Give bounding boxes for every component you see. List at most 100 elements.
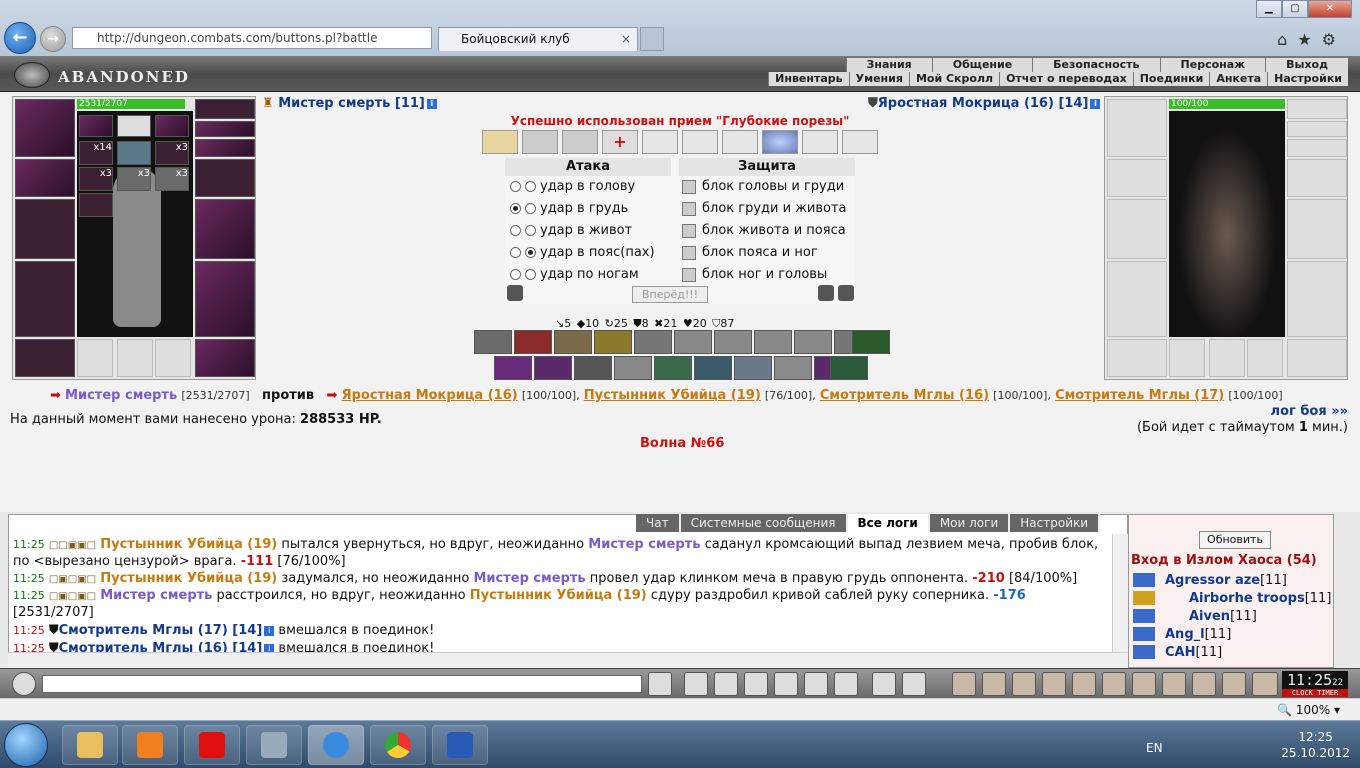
menu-inventory[interactable]: Инвентарь (768, 72, 848, 86)
chat-log[interactable]: 11:25 □□▣▣□ Пустынник Убийца (19) пыталс… (8, 514, 1128, 668)
attack-radio-b[interactable] (525, 225, 536, 236)
chat-actor[interactable]: Смотритель Мглы (17) [14] (59, 623, 263, 638)
language-indicator[interactable]: EN (1146, 741, 1163, 755)
browser-tab[interactable]: Бойцовский клуб × (438, 27, 638, 51)
money-bag-icon[interactable] (1012, 672, 1036, 696)
online-user-name[interactable]: CAH (1165, 645, 1195, 660)
skill-17[interactable] (694, 356, 732, 380)
flag-icon[interactable] (1222, 672, 1246, 696)
tab-my-logs[interactable]: Мои логи (929, 514, 1011, 532)
close-window-button[interactable]: ✕ (1308, 0, 1352, 18)
defense-row-1[interactable]: блок головы и груди (682, 179, 844, 194)
chat-actor[interactable]: Пустынник Убийца (19) (100, 571, 277, 586)
scroll-slot-2[interactable]: x3 (117, 167, 151, 191)
minimize-button[interactable]: ▁ (1256, 0, 1282, 18)
skill-4[interactable] (594, 330, 632, 354)
online-user[interactable]: Airborhe troops[11] (1189, 591, 1331, 606)
bag-icon[interactable] (952, 672, 976, 696)
gloves-slot[interactable] (195, 159, 255, 197)
armor-slot[interactable] (15, 261, 75, 337)
skill-15[interactable] (614, 356, 652, 380)
tab-settings[interactable]: Настройки (1010, 514, 1101, 532)
send-icon[interactable] (648, 672, 672, 696)
skill-7[interactable] (714, 330, 752, 354)
info-icon[interactable]: i (1090, 98, 1101, 109)
online-user[interactable]: Ang_l[11] (1165, 627, 1231, 642)
exit-icon[interactable] (1252, 672, 1278, 696)
filter-icon[interactable] (714, 672, 738, 696)
attack-radio-b[interactable] (525, 181, 536, 192)
skill-11[interactable] (852, 330, 890, 354)
attack-radio-a[interactable] (510, 247, 521, 258)
skill-9[interactable] (794, 330, 832, 354)
menu-settings[interactable]: Настройки (1267, 72, 1348, 86)
group-icon[interactable] (1132, 672, 1156, 696)
defense-row-4[interactable]: блок пояса и ног (682, 245, 818, 260)
belt-slot[interactable] (15, 339, 75, 377)
taskbar-chrome[interactable] (370, 725, 426, 765)
taskbar-calculator[interactable] (246, 725, 302, 765)
defense-radio[interactable] (682, 223, 696, 238)
taskbar-explorer[interactable] (62, 725, 118, 765)
tactic-button-2[interactable] (522, 130, 558, 154)
chat-mode-icon[interactable] (12, 672, 36, 696)
scroll-slot-3[interactable]: x3 (155, 167, 189, 191)
attack-radio-b[interactable] (525, 269, 536, 280)
chat-actor[interactable]: Мистер смерть (100, 588, 212, 603)
attack-row-legs[interactable]: удар по ногам (510, 267, 639, 282)
start-button[interactable] (4, 723, 48, 767)
menu-character[interactable]: Персонаж (1159, 58, 1266, 72)
maximize-button[interactable]: ▢ (1282, 0, 1308, 18)
boots-slot[interactable] (195, 339, 255, 377)
scroll-slot-1[interactable]: x3 (79, 167, 113, 191)
system-clock[interactable]: 12:25 25.10.2012 (1281, 729, 1350, 761)
shield-left-icon[interactable] (507, 285, 523, 301)
online-user-name[interactable]: Airborhe troops (1189, 591, 1305, 606)
defense-radio[interactable] (682, 179, 696, 194)
amulet-slot[interactable] (15, 159, 75, 197)
enemy-title[interactable]: ⛊Яростная Мокрица (16) [14] i (868, 96, 1101, 111)
online-user[interactable]: CAH[11] (1165, 645, 1222, 660)
weapon-slot[interactable] (15, 199, 75, 259)
attack-row-head[interactable]: удар в голову (510, 179, 635, 194)
skill-19[interactable] (774, 356, 812, 380)
skill-8[interactable] (754, 330, 792, 354)
menu-security[interactable]: Безопасность (1032, 58, 1159, 72)
opponent-2[interactable]: Пустынник Убийца (19) (584, 388, 761, 403)
defense-radio[interactable] (682, 201, 696, 216)
scroll-slot-4[interactable] (79, 193, 113, 217)
tab-close-icon[interactable]: × (621, 28, 631, 50)
skill-21[interactable] (830, 356, 868, 380)
skill-14[interactable] (574, 356, 612, 380)
zoom-control[interactable]: 🔍 100% ▾ (1277, 703, 1340, 717)
new-tab-button[interactable] (640, 27, 664, 51)
taskbar-media[interactable] (122, 725, 178, 765)
stop-icon[interactable] (902, 672, 926, 696)
attack-row-chest[interactable]: удар в грудь (510, 201, 628, 216)
paw-icon[interactable] (1192, 672, 1216, 696)
smiley-icon[interactable] (872, 672, 896, 696)
menu-duels[interactable]: Поединки (1132, 72, 1210, 86)
chat-target[interactable]: Мистер смерть (473, 571, 585, 586)
shield-right-icon-2[interactable] (838, 285, 854, 301)
back-button[interactable]: ← (4, 22, 36, 54)
skill-1[interactable] (474, 330, 512, 354)
enemy-name[interactable]: Яростная Мокрица (878, 96, 1020, 111)
potion-slot-3[interactable]: x3 (155, 141, 189, 165)
opponent-3[interactable]: Смотритель Мглы (16) (820, 388, 989, 403)
empty-slot[interactable] (155, 339, 191, 377)
empty-slot[interactable] (117, 339, 153, 377)
scroll-icon[interactable] (1072, 672, 1096, 696)
skill-12[interactable] (494, 356, 532, 380)
chat-horizontal-scrollbar[interactable] (8, 652, 1128, 668)
empty-slot[interactable] (77, 339, 113, 377)
tab-system-messages[interactable]: Системные сообщения (680, 514, 848, 532)
fight-icon[interactable] (1102, 672, 1126, 696)
potion-slot-1[interactable]: x14 (79, 141, 113, 165)
skill-13[interactable] (534, 356, 572, 380)
skill-6[interactable] (674, 330, 712, 354)
eraser-icon[interactable] (684, 672, 708, 696)
ring-slot-2[interactable] (195, 121, 255, 137)
spell-slot-1[interactable] (79, 115, 113, 137)
taskbar-word[interactable] (432, 725, 488, 765)
